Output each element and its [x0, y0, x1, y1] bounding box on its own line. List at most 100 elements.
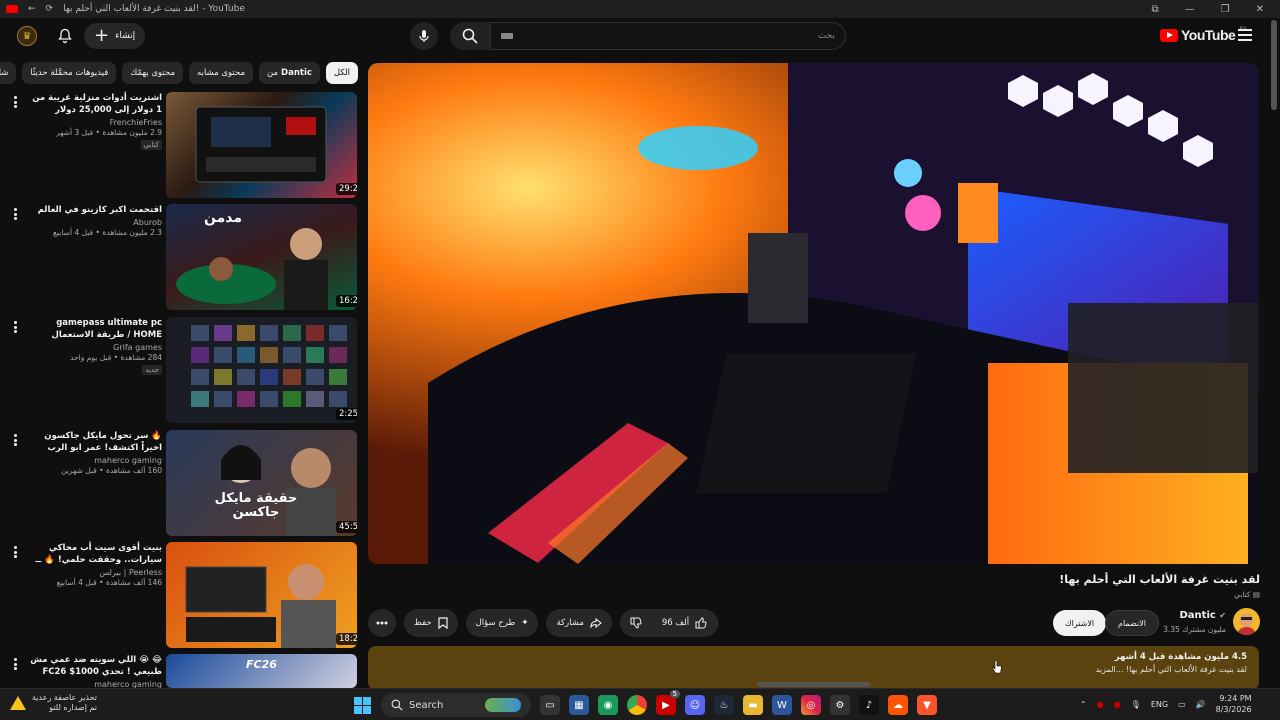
chip-from-channel[interactable]: من Dantic — [259, 62, 320, 84]
search-input[interactable]: بحث — [490, 22, 846, 50]
share-label: مشاركة — [556, 618, 584, 628]
soundcloud-icon[interactable]: ☁ — [888, 695, 908, 715]
back-icon[interactable]: ← — [28, 4, 36, 14]
reload-icon[interactable]: ⟳ — [46, 4, 54, 14]
youtube-app-icon[interactable]: ▶ 5 — [656, 690, 680, 715]
list-item[interactable]: 🔥 سر تحول مايكل جاكسون اخيراً اكتشف! عمر… — [0, 430, 360, 536]
language-indicator[interactable]: ENG — [1151, 700, 1168, 709]
search-highlight-icon — [485, 698, 521, 712]
channel-avatar[interactable] — [1233, 608, 1260, 635]
more-actions-icon[interactable] — [14, 96, 18, 108]
discord-icon[interactable]: ☺ — [685, 695, 705, 715]
list-item[interactable]: 😂 😭 اللي سويته ضد عمي مش طبيعي ! تحدي 10… — [0, 654, 360, 689]
file-explorer-icon[interactable]: ▬ — [743, 695, 763, 715]
create-label: إنشاء — [115, 31, 136, 41]
list-item[interactable]: بنيت أقوى سيت أب محاكي سيارات.. وحققت حل… — [0, 542, 360, 648]
weather-line1: تحذير عاصفة رعدية — [32, 693, 98, 702]
join-button[interactable]: الانضمام — [1105, 610, 1159, 636]
logo-text: YouTube — [1181, 27, 1236, 43]
taskbar-search[interactable]: Search — [381, 693, 531, 717]
dislike-button[interactable] — [620, 609, 652, 637]
video-title[interactable]: اشتريت أدوات منزلية غريبة من 1 دولار إلى… — [30, 92, 162, 116]
ask-button[interactable]: طرح سؤال ✦ — [465, 609, 539, 637]
video-player[interactable] — [368, 63, 1259, 564]
weather-widget[interactable]: تحذير عاصفة رعدية تم إصداره للتو — [10, 693, 97, 713]
video-title[interactable]: بنيت أقوى سيت أب محاكي سيارات.. وحققت حل… — [30, 542, 162, 566]
volume-icon[interactable]: 🔊 — [1196, 700, 1206, 709]
horizontal-scrollbar[interactable] — [757, 682, 871, 687]
notifications-bell-icon[interactable] — [57, 28, 73, 44]
share-icon — [590, 618, 602, 628]
keyboard-icon[interactable] — [501, 33, 513, 39]
chip-recently-uploaded[interactable]: فيديوهات محمَّلة حديثًا — [22, 62, 117, 84]
channel-name[interactable]: Aburob — [30, 218, 162, 227]
tiktok-icon[interactable]: ♪ — [859, 695, 879, 715]
search-button[interactable] — [450, 22, 490, 50]
start-button[interactable] — [352, 695, 372, 715]
list-item[interactable]: gamepass ultimate pc HOME / طريقة الاستع… — [0, 317, 360, 423]
vertical-scrollbar[interactable] — [1271, 20, 1277, 110]
video-title-main: لقد بنيت غرفة الألعاب التي أحلم بها! — [1059, 573, 1260, 586]
maximize-icon[interactable]: ❐ — [1221, 4, 1230, 15]
minimize-icon[interactable]: — — [1185, 4, 1195, 15]
video-title[interactable]: 🔥 سر تحول مايكل جاكسون اخيراً اكتشف! عمر… — [30, 430, 162, 454]
tray-app2-icon[interactable]: ● — [1114, 700, 1121, 709]
video-thumbnail[interactable]: 2:25 — [166, 317, 357, 423]
more-actions-button[interactable] — [368, 609, 396, 637]
share-button[interactable]: مشاركة — [546, 609, 612, 637]
channel-name[interactable]: Peerless | بيرلس — [30, 568, 162, 577]
extensions-icon[interactable]: ⧉ — [1152, 4, 1159, 15]
channel-name[interactable]: FrenchieFries — [30, 118, 162, 127]
like-button[interactable]: 96 ألف — [652, 609, 719, 637]
create-button[interactable]: + إنشاء — [84, 23, 146, 49]
instagram-icon[interactable]: ◎ — [801, 695, 821, 715]
video-thumbnail[interactable]: 29:20 — [166, 92, 357, 198]
task-view-icon[interactable]: ▭ — [540, 695, 560, 715]
window-title: لقد بنيت غرفة الألعاب التي أحلم بها! - Y… — [63, 4, 245, 14]
close-icon[interactable]: ✕ — [1256, 4, 1264, 15]
clock[interactable]: 9:24 PM 8/3/2026 — [1216, 693, 1252, 715]
video-title[interactable]: gamepass ultimate pc HOME / طريقة الاستع… — [30, 317, 162, 341]
tray-app-icon[interactable]: ● — [1097, 700, 1104, 709]
hamburger-menu-icon[interactable] — [1238, 29, 1252, 41]
notification-badge: 5 — [669, 690, 680, 698]
more-actions-icon[interactable] — [14, 546, 18, 558]
subscribe-button[interactable]: الاشتراك — [1053, 610, 1107, 636]
microphone-tray-icon[interactable]: 🎙 — [1131, 700, 1141, 709]
chip-all[interactable]: الكل — [325, 62, 358, 84]
video-thumbnail[interactable]: مدمن 16:27 — [166, 204, 357, 310]
more-actions-icon[interactable] — [14, 321, 18, 333]
steam-icon[interactable]: ♨ — [714, 695, 734, 715]
settings-gear-icon[interactable]: ⚙ — [830, 695, 850, 715]
chrome-icon[interactable] — [627, 695, 647, 715]
chevron-up-icon[interactable]: ⌃ — [1080, 700, 1087, 709]
list-item[interactable]: اشتريت أدوات منزلية غريبة من 1 دولار إلى… — [0, 92, 360, 198]
channel-name[interactable]: Grifa games — [30, 343, 162, 352]
taskbar-search-label: Search — [409, 699, 444, 711]
account-avatar[interactable]: ♛ — [17, 26, 37, 46]
network-icon[interactable]: ▭ — [1178, 700, 1186, 709]
store-icon[interactable]: ▦ — [569, 695, 589, 715]
word-icon[interactable]: W — [772, 695, 792, 715]
brave-icon[interactable]: ▼ — [917, 695, 937, 715]
more-actions-icon[interactable] — [14, 208, 18, 220]
youtube-favicon-icon — [6, 5, 18, 13]
video-title[interactable]: اقتحمت اكبر كازينو في العالم — [30, 204, 162, 216]
channel-name[interactable]: maherco gaming — [30, 456, 162, 465]
chip-for-you[interactable]: محتوى يهمّك — [122, 62, 184, 84]
channel-name-main[interactable]: Dantic ✔ — [1180, 610, 1227, 621]
list-item[interactable]: اقتحمت اكبر كازينو في العالم Aburob 2.3 … — [0, 204, 360, 310]
youtube-logo[interactable]: YouTube SA — [1160, 27, 1247, 43]
video-thumbnail[interactable]: 18:28 — [166, 542, 357, 648]
video-title[interactable]: 😂 😭 اللي سويته ضد عمي مش طبيعي ! تحدي 10… — [30, 654, 162, 678]
video-thumbnail[interactable]: FC26 — [166, 654, 357, 688]
more-actions-icon[interactable] — [14, 434, 18, 446]
save-label: حفظ — [414, 618, 432, 628]
save-button[interactable]: حفظ — [404, 609, 458, 637]
chip-watched[interactable]: شاهدتها — [0, 62, 17, 84]
more-actions-icon[interactable] — [14, 658, 18, 670]
chip-related[interactable]: محتوى مشابه — [189, 62, 254, 84]
voice-search-button[interactable] — [410, 22, 438, 50]
xbox-icon[interactable]: ◉ — [598, 695, 618, 715]
video-thumbnail[interactable]: حقيقة مايكل جاكسن 45:54 — [166, 430, 357, 536]
